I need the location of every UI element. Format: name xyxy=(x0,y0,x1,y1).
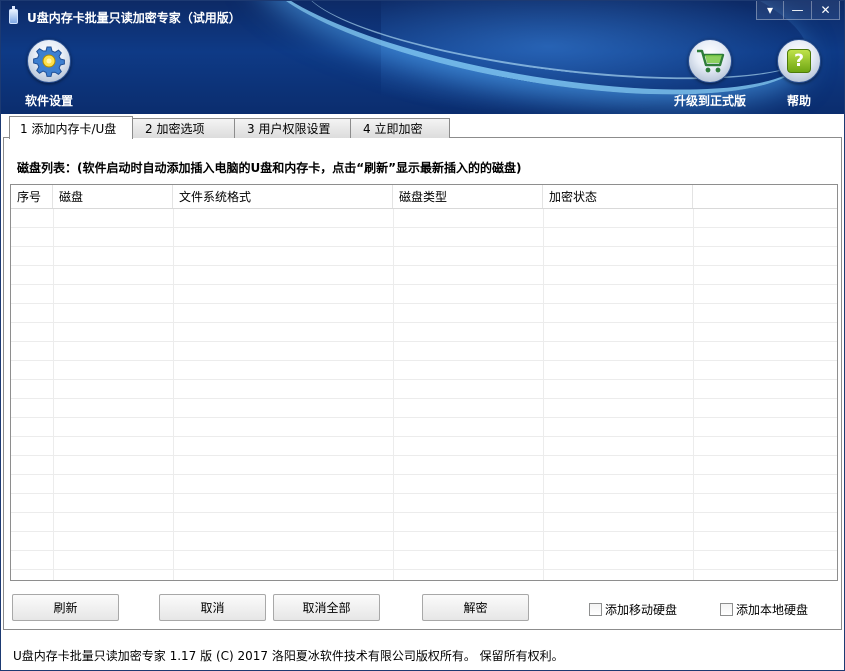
column-divider xyxy=(543,209,544,580)
add-removable-disk-checkbox[interactable]: 添加移动硬盘 xyxy=(589,601,677,618)
tab-add-drive[interactable]: 1 添加内存卡/U盘 xyxy=(9,116,133,139)
disk-list-caption: 磁盘列表：(软件启动时自动添加插入电脑的U盘和内存卡，点击“刷新”显示最新插入的… xyxy=(17,161,522,175)
column-header-index[interactable]: 序号 xyxy=(11,185,53,208)
upgrade-label: 升级到正式版 xyxy=(673,94,746,108)
app-window: U盘内存卡批量只读加密专家（试用版） ▾ — ✕ 软件设置 升级到正式版 ? 帮… xyxy=(0,0,845,671)
disk-list-table[interactable]: 序号 磁盘 文件系统格式 磁盘类型 加密状态 xyxy=(10,184,838,581)
column-divider xyxy=(693,209,694,580)
table-body[interactable] xyxy=(11,209,837,580)
column-header-filler xyxy=(693,185,837,208)
settings-label: 软件设置 xyxy=(24,94,73,108)
add-local-disk-checkbox[interactable]: 添加本地硬盘 xyxy=(720,601,808,618)
help-label: 帮助 xyxy=(786,94,811,108)
minimize-button[interactable]: — xyxy=(784,1,812,20)
column-header-disk[interactable]: 磁盘 xyxy=(53,185,173,208)
shopping-cart-icon xyxy=(688,39,732,83)
tab-strip: 1 添加内存卡/U盘 2 加密选项 3 用户权限设置 4 立即加密 xyxy=(9,116,450,139)
status-bar-text: U盘内存卡批量只读加密专家 1.17 版 (C) 2017 洛阳夏冰软件技术有限… xyxy=(13,649,564,663)
close-button[interactable]: ✕ xyxy=(812,1,840,20)
checkbox-box[interactable] xyxy=(589,603,602,616)
checkbox-box[interactable] xyxy=(720,603,733,616)
question-mark-icon: ? xyxy=(787,49,811,73)
refresh-button[interactable]: 刷新 xyxy=(12,594,119,621)
settings-button[interactable]: 软件设置 xyxy=(19,39,79,109)
gear-icon xyxy=(27,39,71,83)
help-button[interactable]: ? 帮助 xyxy=(771,39,827,109)
window-title: U盘内存卡批量只读加密专家（试用版） xyxy=(27,11,241,25)
tab-encrypt-now[interactable]: 4 立即加密 xyxy=(350,118,450,138)
upgrade-button[interactable]: 升级到正式版 xyxy=(669,39,751,109)
column-divider xyxy=(393,209,394,580)
tab-encrypt-options[interactable]: 2 加密选项 xyxy=(132,118,235,138)
decrypt-button[interactable]: 解密 xyxy=(422,594,529,621)
column-divider xyxy=(53,209,54,580)
window-controls: ▾ — ✕ xyxy=(756,1,840,21)
column-header-filesystem[interactable]: 文件系统格式 xyxy=(173,185,393,208)
table-header: 序号 磁盘 文件系统格式 磁盘类型 加密状态 xyxy=(11,185,837,209)
cancel-button[interactable]: 取消 xyxy=(159,594,266,621)
menu-dropdown-button[interactable]: ▾ xyxy=(756,1,784,20)
add-removable-disk-label: 添加移动硬盘 xyxy=(605,603,678,617)
column-divider xyxy=(173,209,174,580)
help-circle: ? xyxy=(777,39,821,83)
column-header-disk-type[interactable]: 磁盘类型 xyxy=(393,185,543,208)
add-local-disk-label: 添加本地硬盘 xyxy=(736,603,809,617)
title-bar[interactable]: U盘内存卡批量只读加密专家（试用版） ▾ — ✕ xyxy=(1,1,844,31)
tab-user-permissions[interactable]: 3 用户权限设置 xyxy=(234,118,351,138)
usb-drive-icon xyxy=(9,6,18,24)
app-header: U盘内存卡批量只读加密专家（试用版） ▾ — ✕ 软件设置 升级到正式版 ? 帮… xyxy=(1,1,844,114)
cancel-all-button[interactable]: 取消全部 xyxy=(273,594,380,621)
column-header-encrypt-status[interactable]: 加密状态 xyxy=(543,185,693,208)
